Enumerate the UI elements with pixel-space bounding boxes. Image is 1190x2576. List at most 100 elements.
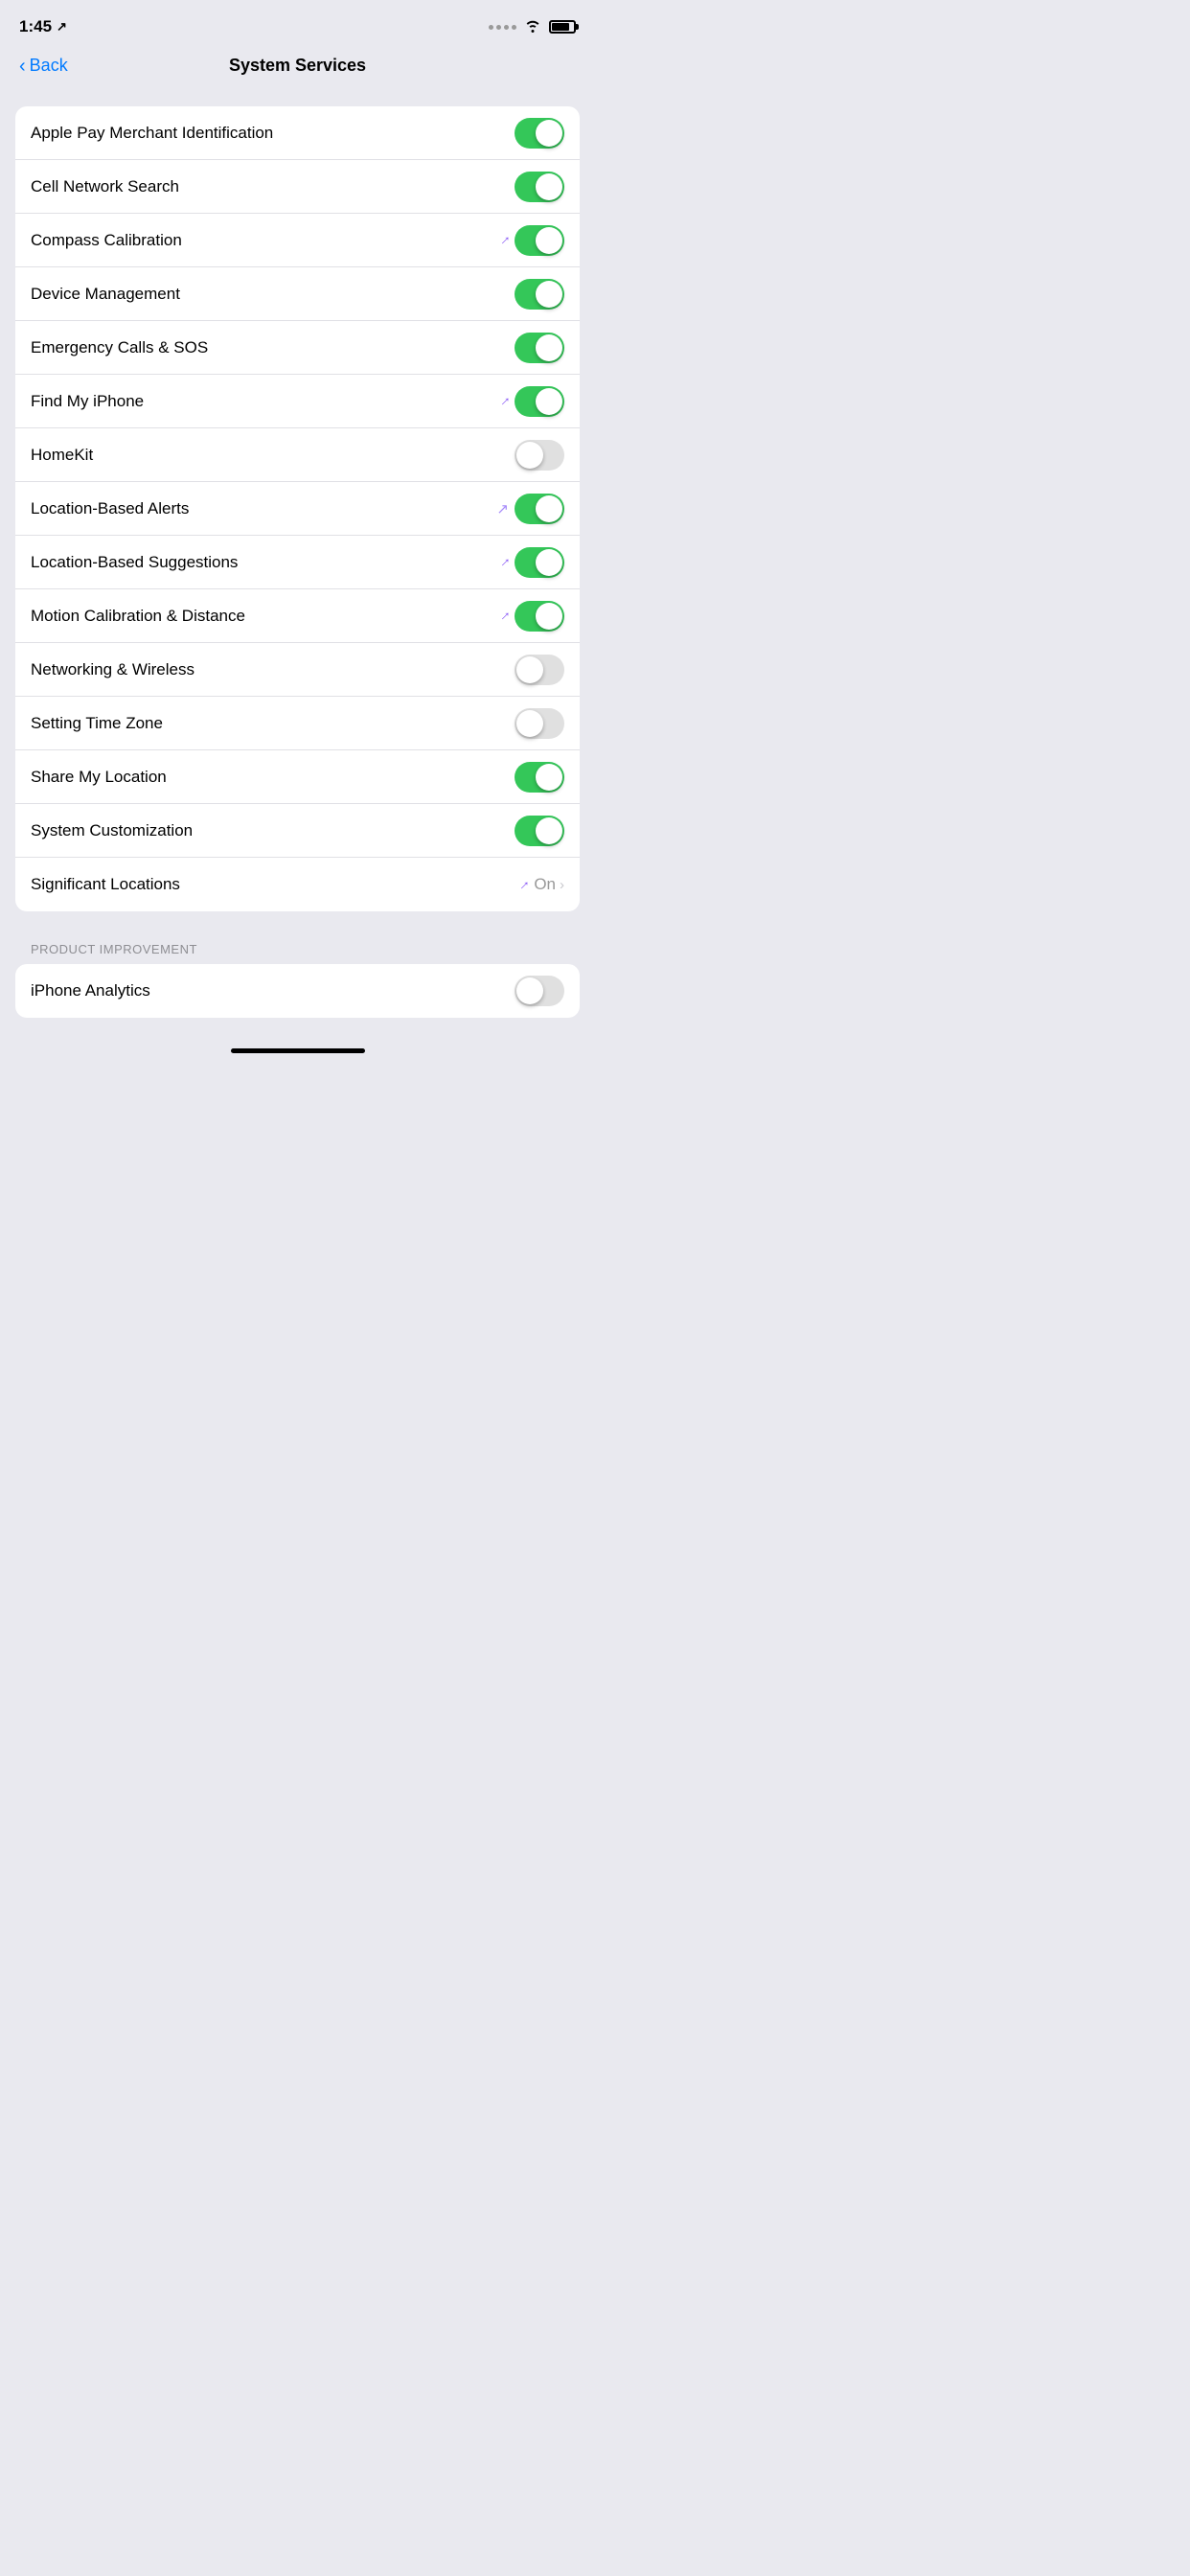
row-right-timezone bbox=[515, 708, 564, 739]
row-right-networking bbox=[515, 655, 564, 685]
row-left-device-mgmt: Device Management bbox=[31, 285, 180, 304]
toggle-thumb-iphone-analytics bbox=[516, 978, 543, 1004]
row-right-device-mgmt bbox=[515, 279, 564, 310]
row-label-networking: Networking & Wireless bbox=[31, 660, 195, 679]
location-arrow-icon: ↗ bbox=[57, 19, 67, 34]
nav-bar: ‹ Back System Services bbox=[0, 48, 595, 87]
settings-row-share-loc: Share My Location bbox=[15, 750, 580, 804]
row-left-loc-alerts: Location-Based Alerts bbox=[31, 499, 189, 518]
toggle-timezone[interactable] bbox=[515, 708, 564, 739]
location-solid-icon: ↑ bbox=[497, 554, 514, 570]
row-left-cell-network: Cell Network Search bbox=[31, 177, 179, 196]
settings-row-iphone-analytics: iPhone Analytics bbox=[15, 964, 580, 1018]
location-outline-icon: ↗ bbox=[496, 500, 509, 518]
row-left-find-iphone: Find My iPhone bbox=[31, 392, 144, 411]
toggle-motion[interactable] bbox=[515, 601, 564, 632]
toggle-thumb-apple-pay bbox=[536, 120, 562, 147]
row-right-cell-network bbox=[515, 172, 564, 202]
row-right-homekit bbox=[515, 440, 564, 471]
toggle-thumb-device-mgmt bbox=[536, 281, 562, 308]
row-left-timezone: Setting Time Zone bbox=[31, 714, 163, 733]
settings-row-loc-alerts: Location-Based Alerts ↗ bbox=[15, 482, 580, 536]
toggle-networking[interactable] bbox=[515, 655, 564, 685]
row-left-apple-pay: Apple Pay Merchant Identification bbox=[31, 124, 273, 143]
location-solid-icon: ↑ bbox=[497, 608, 514, 624]
on-text: On bbox=[534, 875, 556, 894]
settings-row-device-mgmt: Device Management bbox=[15, 267, 580, 321]
row-right-compass: ↑ bbox=[502, 225, 565, 256]
row-right-sig-loc: ↑On› bbox=[521, 875, 564, 894]
on-link-sig-loc[interactable]: On› bbox=[534, 875, 564, 894]
row-left-homekit: HomeKit bbox=[31, 446, 93, 465]
product-improvement-section: PRODUCT IMPROVEMENT iPhone Analytics bbox=[15, 942, 580, 1018]
toggle-thumb-loc-alerts bbox=[536, 495, 562, 522]
settings-card: Apple Pay Merchant Identification Cell Ne… bbox=[15, 106, 580, 911]
row-label-motion: Motion Calibration & Distance bbox=[31, 607, 245, 626]
settings-row-sig-loc[interactable]: Significant Locations ↑On› bbox=[15, 858, 580, 911]
settings-row-cell-network: Cell Network Search bbox=[15, 160, 580, 214]
location-solid-icon: ↑ bbox=[497, 232, 514, 248]
toggle-sys-custom[interactable] bbox=[515, 816, 564, 846]
toggle-loc-suggestions[interactable] bbox=[515, 547, 564, 578]
toggle-find-iphone[interactable] bbox=[515, 386, 564, 417]
row-label-emergency: Emergency Calls & SOS bbox=[31, 338, 208, 357]
time-display: 1:45 bbox=[19, 17, 52, 36]
row-label-find-iphone: Find My iPhone bbox=[31, 392, 144, 411]
row-label-device-mgmt: Device Management bbox=[31, 285, 180, 304]
row-label-loc-suggestions: Location-Based Suggestions bbox=[31, 553, 238, 572]
toggle-share-loc[interactable] bbox=[515, 762, 564, 793]
toggle-iphone-analytics[interactable] bbox=[515, 976, 564, 1006]
row-label-loc-alerts: Location-Based Alerts bbox=[31, 499, 189, 518]
row-left-sig-loc: Significant Locations bbox=[31, 875, 180, 894]
back-button[interactable]: ‹ Back bbox=[19, 56, 68, 76]
page-title: System Services bbox=[229, 56, 366, 76]
row-left-compass: Compass Calibration bbox=[31, 231, 182, 250]
content-area: Apple Pay Merchant Identification Cell Ne… bbox=[0, 87, 595, 1037]
row-label-sig-loc: Significant Locations bbox=[31, 875, 180, 894]
row-left-sys-custom: System Customization bbox=[31, 821, 193, 840]
settings-row-motion: Motion Calibration & Distance ↑ bbox=[15, 589, 580, 643]
toggle-thumb-compass bbox=[536, 227, 562, 254]
settings-row-compass: Compass Calibration ↑ bbox=[15, 214, 580, 267]
toggle-compass[interactable] bbox=[515, 225, 564, 256]
row-left-networking: Networking & Wireless bbox=[31, 660, 195, 679]
battery-icon bbox=[549, 20, 576, 34]
row-left-loc-suggestions: Location-Based Suggestions bbox=[31, 553, 238, 572]
row-label-apple-pay: Apple Pay Merchant Identification bbox=[31, 124, 273, 143]
settings-row-emergency: Emergency Calls & SOS bbox=[15, 321, 580, 375]
status-bar: 1:45 ↗ bbox=[0, 0, 595, 48]
settings-row-loc-suggestions: Location-Based Suggestions ↑ bbox=[15, 536, 580, 589]
settings-row-timezone: Setting Time Zone bbox=[15, 697, 580, 750]
toggle-thumb-networking bbox=[516, 656, 543, 683]
row-left-emergency: Emergency Calls & SOS bbox=[31, 338, 208, 357]
settings-row-homekit: HomeKit bbox=[15, 428, 580, 482]
home-indicator bbox=[0, 1037, 595, 1061]
status-icons bbox=[489, 19, 576, 35]
toggle-device-mgmt[interactable] bbox=[515, 279, 564, 310]
toggle-cell-network[interactable] bbox=[515, 172, 564, 202]
row-right-motion: ↑ bbox=[502, 601, 565, 632]
analytics-card: iPhone Analytics bbox=[15, 964, 580, 1018]
back-chevron-icon: ‹ bbox=[19, 57, 26, 76]
toggle-homekit[interactable] bbox=[515, 440, 564, 471]
section-header: PRODUCT IMPROVEMENT bbox=[15, 942, 580, 964]
row-label-sys-custom: System Customization bbox=[31, 821, 193, 840]
row-label-compass: Compass Calibration bbox=[31, 231, 182, 250]
toggle-thumb-loc-suggestions bbox=[536, 549, 562, 576]
home-bar bbox=[231, 1048, 365, 1053]
toggle-loc-alerts[interactable] bbox=[515, 494, 564, 524]
row-label-cell-network: Cell Network Search bbox=[31, 177, 179, 196]
toggle-apple-pay[interactable] bbox=[515, 118, 564, 149]
row-right-sys-custom bbox=[515, 816, 564, 846]
toggle-emergency[interactable] bbox=[515, 333, 564, 363]
location-solid-icon: ↑ bbox=[497, 393, 514, 409]
row-right-emergency bbox=[515, 333, 564, 363]
settings-row-find-iphone: Find My iPhone ↑ bbox=[15, 375, 580, 428]
row-right-share-loc bbox=[515, 762, 564, 793]
row-right-find-iphone: ↑ bbox=[502, 386, 565, 417]
row-left-iphone-analytics: iPhone Analytics bbox=[31, 981, 150, 1000]
row-left-motion: Motion Calibration & Distance bbox=[31, 607, 245, 626]
settings-row-sys-custom: System Customization bbox=[15, 804, 580, 858]
status-time: 1:45 ↗ bbox=[19, 17, 67, 36]
toggle-thumb-timezone bbox=[516, 710, 543, 737]
